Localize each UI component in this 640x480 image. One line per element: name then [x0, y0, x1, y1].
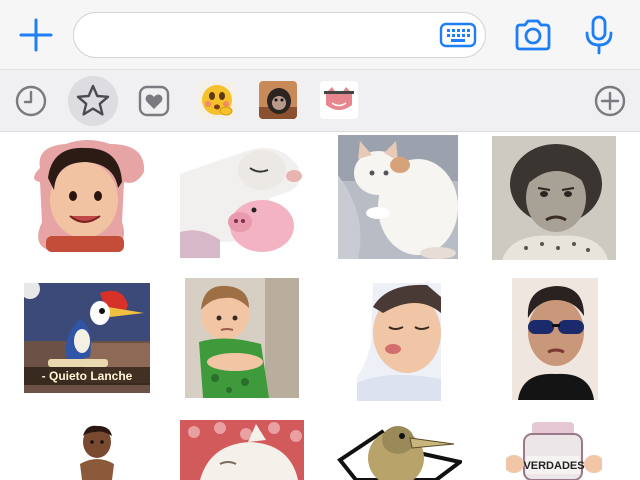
camera-icon[interactable] — [513, 17, 553, 53]
clock-icon[interactable] — [8, 78, 54, 124]
sticker-girl-smiling[interactable] — [26, 138, 148, 260]
sticker-jar-verdades[interactable]: VERDADES — [506, 420, 602, 480]
sticker-pack-monkey[interactable] — [259, 81, 297, 119]
sticker-vintage-girl-frown[interactable] — [492, 136, 616, 260]
sticker-child-pouting[interactable] — [357, 283, 441, 401]
sticker-boy-arms-crossed[interactable] — [185, 278, 299, 398]
keyboard-icon[interactable] — [439, 21, 477, 49]
circle-plus-icon[interactable] — [587, 78, 633, 124]
star-icon[interactable] — [68, 76, 118, 126]
heart-icon[interactable] — [131, 78, 177, 124]
sticker-pack-cat[interactable] — [320, 81, 358, 119]
sticker-woody-woodpecker[interactable]: - Quieto Lanche — [24, 283, 150, 393]
jar-label: VERDADES — [523, 460, 585, 472]
sticker-meme-bird[interactable] — [336, 418, 462, 480]
message-input[interactable] — [73, 12, 486, 58]
sticker-man-sunglasses-pout[interactable] — [512, 278, 598, 400]
sticker-pack-emoji[interactable] — [198, 81, 236, 119]
sticker-goat-and-pig[interactable] — [180, 140, 304, 258]
sticker-caption: - Quieto Lanche — [24, 367, 150, 385]
plus-icon[interactable] — [16, 15, 56, 55]
sticker-baby-standing[interactable] — [72, 424, 122, 480]
sticker-white-cat-lying[interactable] — [338, 135, 458, 259]
sticker-tray — [0, 70, 640, 132]
sticker-grid: - Quieto Lanche VERDADES — [0, 132, 640, 480]
sticker-cat-in-bed[interactable] — [180, 420, 304, 480]
composer-bar — [0, 0, 640, 70]
microphone-icon[interactable] — [582, 14, 616, 56]
